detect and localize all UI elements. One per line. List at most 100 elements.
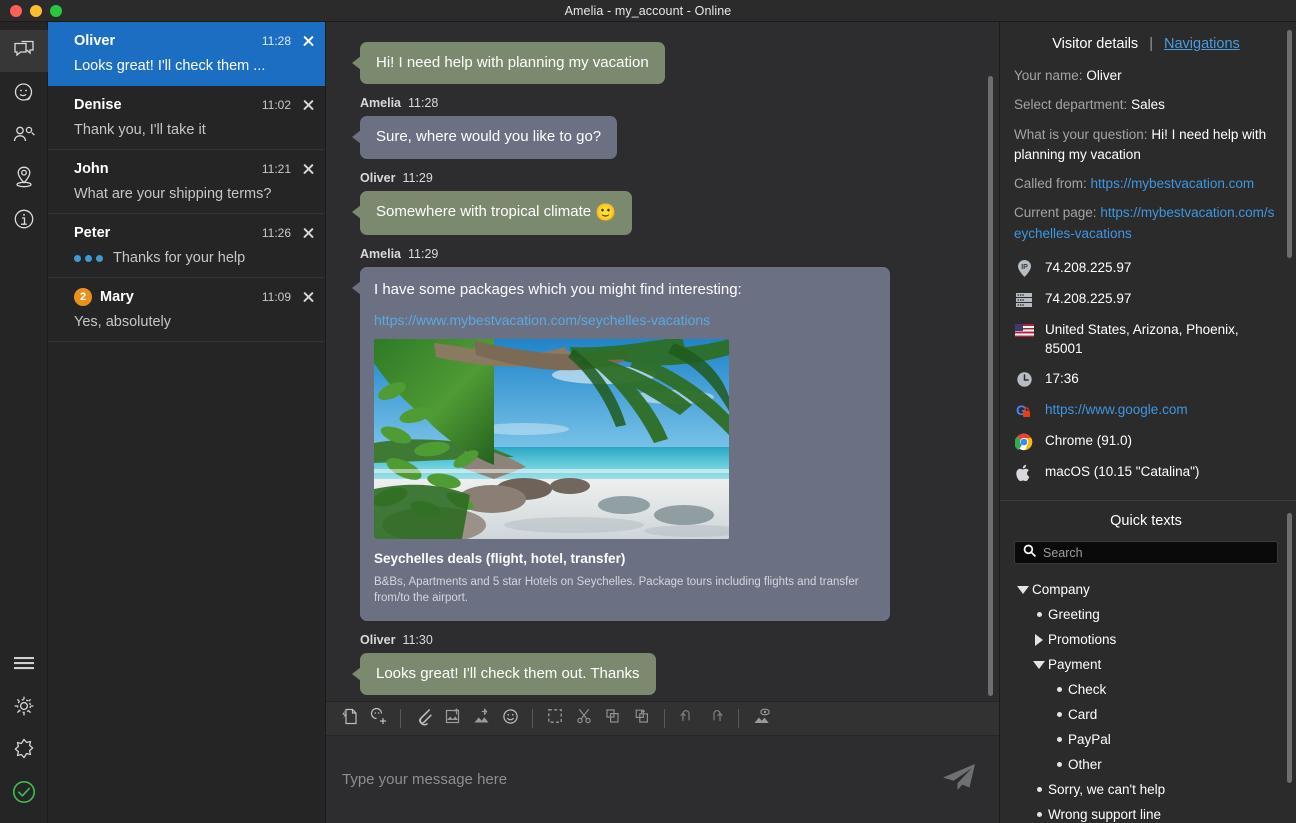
node-label: Greeting: [1048, 607, 1100, 622]
quick-text-node-sorry[interactable]: Sorry, we can't help: [1014, 777, 1278, 802]
tool-undo[interactable]: [674, 706, 700, 732]
flag-canton: [1015, 324, 1023, 331]
quick-text-node-paypal[interactable]: PayPal: [1014, 727, 1278, 752]
node-label: Wrong support line: [1048, 807, 1161, 822]
chat-item-preview: Thank you, I'll take it: [74, 122, 315, 138]
rail-item-settings[interactable]: [0, 684, 48, 727]
message-input[interactable]: [342, 771, 939, 788]
message-text: I have some packages which you might fin…: [374, 280, 876, 300]
chat-item-header: John 11:21: [74, 159, 315, 179]
quick-texts-search[interactable]: [1014, 541, 1278, 564]
quick-texts-title: Quick texts: [1014, 513, 1278, 529]
tool-emoji[interactable]: [497, 706, 523, 732]
visitor-details-section: Visitor details | Navigations Your name:…: [1000, 22, 1296, 500]
chat-item-name: Denise: [74, 97, 262, 113]
rail-item-info[interactable]: [0, 198, 48, 240]
chat-list-item-peter[interactable]: Peter 11:26 Thanks for your help: [48, 214, 325, 278]
quick-text-node-other[interactable]: Other: [1014, 752, 1278, 777]
chat-item-header: 2 Mary 11:09: [74, 287, 315, 307]
compose-area: [326, 735, 999, 823]
chat-item-name: John: [74, 161, 262, 177]
tool-new-note[interactable]: [336, 706, 362, 732]
quick-text-node-card[interactable]: Card: [1014, 702, 1278, 727]
fact-value-link[interactable]: https://www.google.com: [1045, 400, 1278, 420]
clock-icon: [1014, 370, 1034, 390]
quick-text-node-company[interactable]: Company: [1014, 577, 1278, 602]
maximize-window-button[interactable]: [50, 5, 62, 17]
close-chat-icon[interactable]: [301, 290, 315, 304]
message-bubble: Sure, where would you like to go?: [360, 116, 617, 158]
info-icon: [12, 207, 36, 231]
quick-texts-scrollbar[interactable]: [1287, 513, 1292, 783]
quick-text-node-promotions[interactable]: Promotions: [1014, 627, 1278, 652]
tool-add-emoticon[interactable]: [365, 706, 391, 732]
field-label: Select department:: [1014, 97, 1127, 112]
rail-item-theme[interactable]: [0, 727, 48, 770]
rail-item-location[interactable]: [0, 156, 48, 198]
bullet-icon: [1050, 712, 1068, 717]
quick-text-node-greeting[interactable]: Greeting: [1014, 602, 1278, 627]
tool-attach-file[interactable]: [410, 706, 436, 732]
close-chat-icon[interactable]: [301, 162, 315, 176]
card-link[interactable]: https://www.mybestvacation.com/seychelle…: [374, 311, 876, 330]
apple-icon: [1014, 463, 1034, 483]
conversation-scrollbar[interactable]: [988, 76, 993, 696]
tool-paste[interactable]: [629, 706, 655, 732]
tab-visitor-details[interactable]: Visitor details: [1052, 36, 1138, 52]
tool-preview-image[interactable]: [748, 706, 774, 732]
close-chat-icon[interactable]: [301, 98, 315, 112]
chevron-down-icon[interactable]: [1030, 661, 1048, 669]
rail-item-status-online[interactable]: [0, 770, 48, 813]
chat-list-item-denise[interactable]: Denise 11:02 Thank you, I'll take it: [48, 86, 325, 150]
chat-list[interactable]: Oliver 11:28 Looks great! I'll check the…: [48, 22, 326, 823]
tool-copy[interactable]: [600, 706, 626, 732]
smiley-emoji-icon: 🙂: [595, 203, 616, 222]
chevron-right-icon[interactable]: [1030, 634, 1048, 646]
message-visitor-1: Hi! I need help with planning my vacatio…: [350, 42, 969, 84]
quick-text-node-check[interactable]: Check: [1014, 677, 1278, 702]
close-chat-icon[interactable]: [301, 34, 315, 48]
message-author: Amelia: [360, 247, 401, 261]
chat-item-name-wrap: Peter: [74, 225, 262, 241]
compose-toolbar: [326, 701, 999, 735]
tab-navigations[interactable]: Navigations: [1164, 36, 1240, 52]
message-author: Oliver: [360, 171, 395, 185]
tool-select-region[interactable]: [542, 706, 568, 732]
add-emoticon-icon: [369, 707, 388, 731]
search-input[interactable]: [1043, 546, 1269, 560]
field-label: Current page:: [1014, 205, 1097, 220]
svg-text:IP: IP: [1021, 264, 1028, 271]
tool-screenshot[interactable]: [468, 706, 494, 732]
bullet-icon: [1050, 762, 1068, 767]
message-time: 11:30: [402, 633, 432, 647]
support-headset-icon: [12, 81, 36, 105]
tab-separator: |: [1149, 36, 1153, 52]
rail-item-menu[interactable]: [0, 641, 48, 684]
fact-host: 74.208.225.97: [1014, 289, 1278, 310]
close-window-button[interactable]: [10, 5, 22, 17]
chevron-down-icon[interactable]: [1014, 586, 1032, 594]
message-visitor-2: Somewhere with tropical climate🙂: [350, 191, 969, 236]
toolbar-separator-2: [532, 709, 533, 728]
chat-item-name: Oliver: [74, 33, 262, 49]
rail-item-chats[interactable]: [0, 30, 48, 72]
close-chat-icon[interactable]: [301, 226, 315, 240]
chat-list-item-john[interactable]: John 11:21 What are your shipping terms?: [48, 150, 325, 214]
field-value-link[interactable]: https://mybestvacation.com: [1091, 176, 1255, 191]
tool-upload-image[interactable]: [439, 706, 465, 732]
send-button[interactable]: [939, 763, 979, 797]
rail-item-support[interactable]: [0, 72, 48, 114]
tool-redo[interactable]: [703, 706, 729, 732]
minimize-window-button[interactable]: [30, 5, 42, 17]
chat-list-item-oliver[interactable]: Oliver 11:28 Looks great! I'll check the…: [48, 22, 325, 86]
card-preview-image[interactable]: [374, 339, 729, 539]
chat-item-name-wrap: John: [74, 161, 262, 177]
quick-text-node-payment[interactable]: Payment: [1014, 652, 1278, 677]
chat-list-item-mary[interactable]: 2 Mary 11:09 Yes, absolutely: [48, 278, 325, 342]
message-list[interactable]: Hi! I need help with planning my vacatio…: [326, 22, 999, 701]
chat-item-name: Mary: [100, 289, 262, 305]
rail-item-visitors[interactable]: [0, 114, 48, 156]
visitor-details-scrollbar[interactable]: [1287, 30, 1292, 258]
tool-cut[interactable]: [571, 706, 597, 732]
quick-text-node-wrong-line[interactable]: Wrong support line: [1014, 802, 1278, 823]
